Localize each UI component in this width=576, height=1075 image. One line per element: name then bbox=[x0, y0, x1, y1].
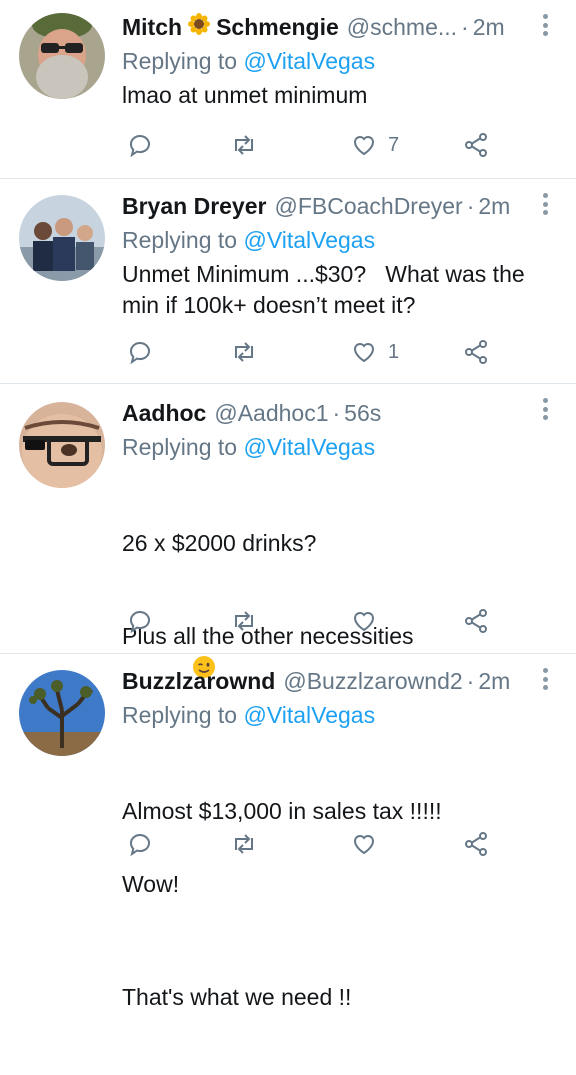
like-count: 7 bbox=[388, 133, 400, 156]
tweet-text-line: 26 x $2000 drinks? bbox=[122, 530, 317, 556]
replying-to: Replying to @VitalVegas bbox=[122, 46, 556, 76]
like-button[interactable] bbox=[350, 829, 388, 859]
like-button[interactable] bbox=[350, 606, 388, 636]
separator-dot: · bbox=[466, 193, 475, 219]
sunflower-emoji-icon bbox=[188, 12, 211, 35]
reply-icon bbox=[130, 834, 150, 857]
tweet-header: Buzzlzarownd @Buzzlzarownd2 · 2m bbox=[122, 666, 556, 696]
share-button[interactable] bbox=[462, 130, 490, 160]
like-icon bbox=[353, 612, 375, 632]
user-handle[interactable]: @Aadhoc1 bbox=[214, 398, 328, 428]
timestamp[interactable]: 2m bbox=[478, 666, 510, 696]
avatar[interactable] bbox=[19, 195, 105, 281]
separator-dot: · bbox=[461, 14, 469, 40]
share-icon bbox=[465, 832, 487, 856]
tweet-item[interactable]: Aadhoc @Aadhoc1 · 56s Replying to @Vital… bbox=[0, 384, 576, 897]
retweet-icon bbox=[235, 135, 253, 155]
like-icon bbox=[353, 835, 375, 855]
more-options-icon[interactable] bbox=[542, 193, 548, 215]
timestamp[interactable]: 2m bbox=[473, 12, 505, 42]
display-name[interactable]: Bryan Dreyer bbox=[122, 191, 266, 221]
share-icon bbox=[465, 133, 487, 157]
replying-to-link[interactable]: @VitalVegas bbox=[243, 702, 375, 728]
tweet-text: lmao at unmet minimum bbox=[122, 82, 368, 108]
tweet-actions: 1 bbox=[122, 337, 492, 367]
tweet-text-line: That's what we need !! bbox=[122, 984, 352, 1010]
replying-to: Replying to @VitalVegas bbox=[122, 700, 556, 730]
like-icon bbox=[353, 136, 375, 156]
replying-to-label: Replying to bbox=[122, 227, 238, 253]
retweet-icon bbox=[235, 611, 253, 631]
user-handle[interactable]: @schme... bbox=[347, 12, 457, 42]
tweet-text-line: Almost $13,000 in sales tax !!!!! bbox=[122, 798, 442, 824]
like-button[interactable]: 1 bbox=[350, 337, 399, 367]
reply-button[interactable] bbox=[126, 130, 154, 160]
tweet-header: Bryan Dreyer @FBCoachDreyer · 2m bbox=[122, 191, 556, 221]
tweet-item[interactable]: Buzzlzarownd @Buzzlzarownd2 · 2m Replyin… bbox=[0, 654, 576, 1010]
timestamp[interactable]: 2m bbox=[478, 191, 510, 221]
reply-icon bbox=[130, 342, 150, 365]
share-button[interactable] bbox=[462, 606, 490, 636]
retweet-icon bbox=[235, 834, 253, 854]
timestamp[interactable]: 56s bbox=[344, 398, 381, 428]
like-count: 1 bbox=[388, 340, 400, 363]
user-handle[interactable]: @Buzzlzarownd2 bbox=[283, 666, 462, 696]
retweet-button[interactable] bbox=[230, 606, 258, 636]
share-button[interactable] bbox=[462, 337, 490, 367]
like-button[interactable]: 7 bbox=[350, 130, 399, 160]
reply-button[interactable] bbox=[126, 829, 154, 859]
tweet-feed: Mitch Schmengie @schme... · 2m Replying … bbox=[0, 0, 576, 1010]
display-name[interactable]: Aadhoc bbox=[122, 398, 206, 428]
separator-dot: · bbox=[332, 400, 341, 426]
display-name-suffix[interactable]: Schmengie bbox=[216, 12, 339, 42]
display-name[interactable]: Mitch bbox=[122, 12, 182, 42]
tweet-actions: 7 bbox=[122, 130, 492, 160]
reply-button[interactable] bbox=[126, 606, 154, 636]
replying-to-label: Replying to bbox=[122, 434, 238, 460]
more-options-icon[interactable] bbox=[542, 398, 548, 420]
reply-button[interactable] bbox=[126, 337, 154, 367]
user-handle[interactable]: @FBCoachDreyer bbox=[274, 191, 462, 221]
separator-dot: · bbox=[466, 668, 475, 694]
like-icon bbox=[353, 343, 375, 363]
retweet-button[interactable] bbox=[230, 130, 258, 160]
share-icon bbox=[465, 609, 487, 633]
avatar[interactable] bbox=[19, 402, 105, 488]
avatar[interactable] bbox=[19, 670, 105, 756]
tweet-item[interactable]: Mitch Schmengie @schme... · 2m Replying … bbox=[0, 0, 576, 179]
replying-to: Replying to @VitalVegas bbox=[122, 225, 556, 255]
avatar[interactable] bbox=[19, 13, 105, 99]
display-name[interactable]: Buzzlzarownd bbox=[122, 666, 275, 696]
share-button[interactable] bbox=[462, 829, 490, 859]
replying-to: Replying to @VitalVegas bbox=[122, 432, 556, 462]
replying-to-label: Replying to bbox=[122, 702, 238, 728]
replying-to-link[interactable]: @VitalVegas bbox=[243, 48, 375, 74]
retweet-button[interactable] bbox=[230, 829, 258, 859]
tweet-actions bbox=[122, 829, 492, 859]
replying-to-link[interactable]: @VitalVegas bbox=[243, 227, 375, 253]
more-options-icon[interactable] bbox=[542, 668, 548, 690]
tweet-text: Almost $13,000 in sales tax !!!!! That's… bbox=[122, 734, 556, 1075]
reply-icon bbox=[130, 611, 150, 634]
tweet-text: Unmet Minimum ...$30? What was the min i… bbox=[122, 261, 532, 318]
tweet-actions bbox=[122, 606, 492, 636]
replying-to-label: Replying to bbox=[122, 48, 238, 74]
replying-to-link[interactable]: @VitalVegas bbox=[243, 434, 375, 460]
more-options-icon[interactable] bbox=[542, 14, 548, 36]
retweet-icon bbox=[235, 342, 253, 362]
tweet-header: Aadhoc @Aadhoc1 · 56s bbox=[122, 398, 556, 428]
retweet-button[interactable] bbox=[230, 337, 258, 367]
tweet-header: Mitch Schmengie @schme... · 2m bbox=[122, 12, 556, 42]
share-icon bbox=[465, 340, 487, 364]
tweet-item[interactable]: Bryan Dreyer @FBCoachDreyer · 2m Replyin… bbox=[0, 179, 576, 384]
reply-icon bbox=[130, 135, 150, 158]
